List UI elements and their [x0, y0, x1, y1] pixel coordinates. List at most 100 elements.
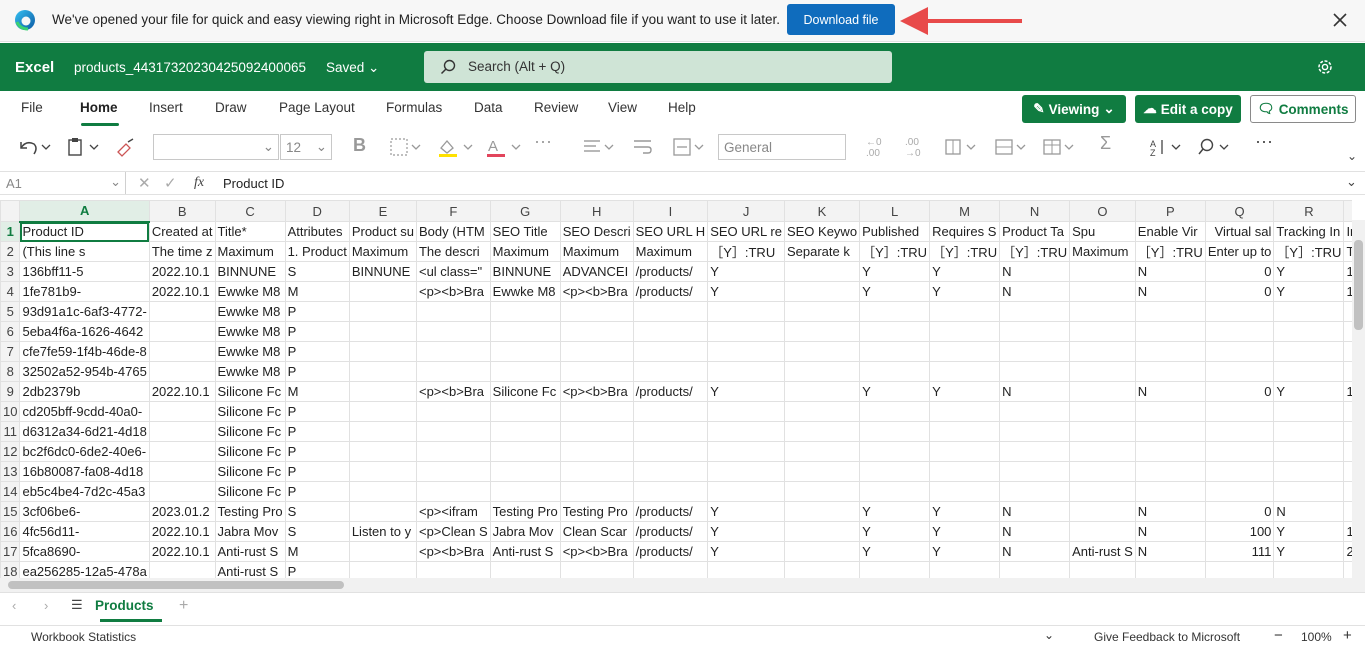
cell[interactable]: [707, 461, 785, 482]
cell[interactable]: [148, 321, 216, 342]
cell[interactable]: P: [284, 401, 350, 422]
cell[interactable]: BINNUNE: [348, 261, 417, 282]
cell[interactable]: [148, 401, 216, 422]
cell[interactable]: Y: [1273, 261, 1345, 282]
cell[interactable]: [1343, 301, 1352, 322]
cell[interactable]: The descri: [415, 241, 491, 262]
cell[interactable]: Y: [859, 541, 931, 562]
column-header[interactable]: O: [1069, 200, 1136, 222]
cell[interactable]: Maximum: [559, 241, 634, 262]
chevron-right-icon[interactable]: ›: [44, 598, 48, 613]
cell[interactable]: [148, 361, 216, 382]
cell[interactable]: P: [284, 341, 350, 362]
cell[interactable]: [929, 361, 1001, 382]
cell[interactable]: Y: [859, 261, 931, 282]
cell[interactable]: 0: [1204, 501, 1275, 522]
cell[interactable]: Y: [929, 381, 1001, 402]
cell[interactable]: 5fca8690-: [19, 541, 150, 562]
cell[interactable]: N: [1134, 261, 1206, 282]
cell[interactable]: [1343, 321, 1352, 342]
cell[interactable]: 2022.10.1: [148, 521, 216, 542]
cell[interactable]: [929, 561, 1001, 578]
cell[interactable]: <p>Clean S: [415, 521, 491, 542]
cell[interactable]: [1343, 401, 1352, 422]
cell[interactable]: cd205bff-9cdd-40a0-: [19, 401, 150, 422]
cell[interactable]: <p><b>Bra: [415, 381, 491, 402]
cell[interactable]: Body (HTM: [415, 221, 491, 242]
cell[interactable]: Product ID: [19, 221, 150, 242]
cell[interactable]: P: [284, 441, 350, 462]
cell[interactable]: 111: [1204, 541, 1275, 562]
cell[interactable]: [999, 301, 1071, 322]
cell[interactable]: SEO URL H: [632, 221, 709, 242]
cell[interactable]: Testing Pro: [214, 501, 286, 522]
cell[interactable]: [489, 421, 561, 442]
cell[interactable]: Anti-rust S: [489, 541, 561, 562]
column-header[interactable]: P: [1134, 200, 1206, 222]
cell[interactable]: [1069, 341, 1136, 362]
cell[interactable]: SEO Keywo: [783, 221, 861, 242]
cell[interactable]: [1273, 421, 1345, 442]
cell[interactable]: Y: [1273, 281, 1345, 302]
cell[interactable]: [707, 421, 785, 442]
cell[interactable]: BINNUNE: [489, 261, 561, 282]
cell[interactable]: ［Y］:TRU: [929, 241, 1001, 262]
cell[interactable]: [148, 481, 216, 502]
cell[interactable]: Ewwke M8: [214, 341, 286, 362]
cell[interactable]: ADVANCEI: [559, 261, 634, 282]
cell[interactable]: Clean Scar: [559, 521, 634, 542]
cell[interactable]: 5eba4f6a-1626-4642: [19, 321, 150, 342]
cell[interactable]: Maximum: [214, 241, 286, 262]
cell[interactable]: [559, 301, 634, 322]
cell[interactable]: [1343, 441, 1352, 462]
cell[interactable]: [415, 341, 491, 362]
cell[interactable]: [415, 441, 491, 462]
cell[interactable]: [783, 381, 861, 402]
chevron-left-icon[interactable]: ‹: [12, 598, 16, 613]
row-header[interactable]: 13: [0, 461, 21, 482]
cell[interactable]: Y: [1273, 381, 1345, 402]
cell[interactable]: 2022.10.1: [148, 281, 216, 302]
cell[interactable]: [1343, 421, 1352, 442]
cell[interactable]: Y: [929, 501, 1001, 522]
cell[interactable]: [1134, 341, 1206, 362]
cell[interactable]: [999, 341, 1071, 362]
column-header[interactable]: H: [559, 200, 634, 222]
cell[interactable]: Published: [859, 221, 931, 242]
cell[interactable]: <p><ifram: [415, 501, 491, 522]
row-header[interactable]: 16: [0, 521, 21, 542]
cell[interactable]: [632, 341, 709, 362]
cell[interactable]: [783, 561, 861, 578]
cell[interactable]: 1: [1343, 381, 1352, 402]
cell[interactable]: [148, 561, 216, 578]
insert-cells-icon[interactable]: [943, 136, 979, 158]
more-options-icon[interactable]: ···: [1255, 131, 1273, 153]
more-icon[interactable]: ···: [534, 131, 552, 153]
cell[interactable]: Y: [707, 281, 785, 302]
cell[interactable]: [1069, 401, 1136, 422]
cell[interactable]: BINNUNE: [214, 261, 286, 282]
cell[interactable]: [707, 301, 785, 322]
cell[interactable]: 32502a52-954b-4765: [19, 361, 150, 382]
column-header[interactable]: L: [859, 200, 931, 222]
cell[interactable]: [783, 541, 861, 562]
cell[interactable]: <p><b>Bra: [415, 281, 491, 302]
cell[interactable]: [1204, 321, 1275, 342]
column-header[interactable]: D: [284, 200, 350, 222]
cell[interactable]: [783, 261, 861, 282]
cell[interactable]: Y: [707, 381, 785, 402]
cell[interactable]: Y: [929, 541, 1001, 562]
cell[interactable]: Y: [859, 521, 931, 542]
cell[interactable]: [1134, 401, 1206, 422]
cell[interactable]: Jabra Mov: [214, 521, 286, 542]
font-family-select[interactable]: ⌄: [153, 134, 279, 160]
column-header[interactable]: N: [999, 200, 1071, 222]
cell[interactable]: [707, 561, 785, 578]
cell[interactable]: 1fe781b9-: [19, 281, 150, 302]
cell[interactable]: [783, 301, 861, 322]
cell[interactable]: N: [1134, 501, 1206, 522]
cell[interactable]: S: [284, 261, 350, 282]
cell[interactable]: P: [284, 361, 350, 382]
cell[interactable]: [348, 481, 417, 502]
cell[interactable]: 16b80087-fa08-4d18: [19, 461, 150, 482]
